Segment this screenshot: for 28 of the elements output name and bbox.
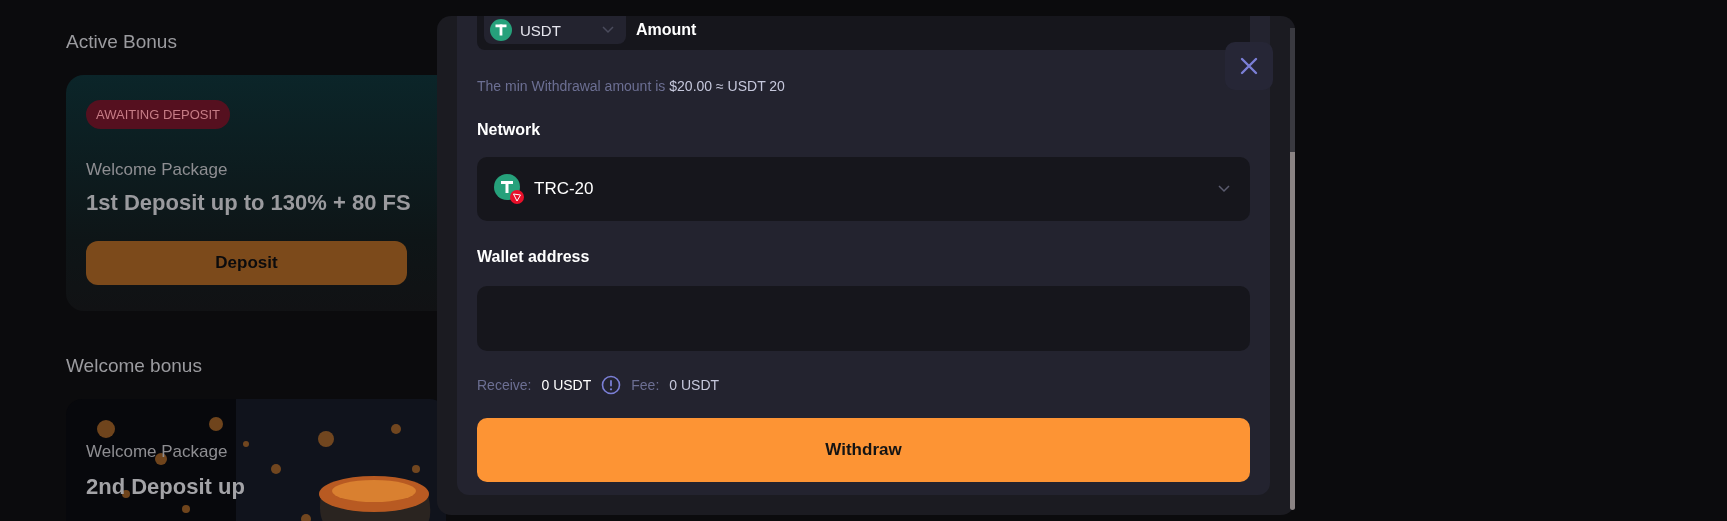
network-select[interactable]: TRC-20 (477, 157, 1250, 221)
chevron-icon (602, 26, 614, 34)
receive-label: Receive: (477, 377, 532, 393)
chevron-icon (1218, 185, 1230, 193)
amount-field[interactable]: USDT Amount (477, 16, 1250, 50)
fee-value: 0 USDT (669, 377, 720, 393)
bonus-subtitle: Welcome Package (86, 442, 228, 462)
bonus-headline: 2nd Deposit up (86, 474, 245, 500)
withdraw-button[interactable]: Withdraw (477, 418, 1250, 482)
status-badge: AWAITING DEPOSIT (86, 100, 230, 129)
currency-select[interactable]: USDT (484, 16, 626, 44)
fee-label: Fee: (631, 377, 660, 393)
min-amount: $20.00 ≈ USDT 20 (669, 78, 785, 94)
amount-label: Amount (636, 21, 697, 39)
coin-icon (494, 174, 524, 204)
bonus-headline: 1st Deposit up to 130% + 80 FS (86, 190, 411, 216)
close-icon (1239, 56, 1259, 76)
bonus-subtitle: Welcome Package (86, 160, 228, 180)
receive-value: 0 USDT (541, 377, 592, 393)
coin-icon (490, 19, 512, 41)
field-label: Wallet address (477, 248, 590, 266)
info-icon[interactable] (601, 375, 622, 395)
field-label: Network (477, 121, 541, 139)
min-note: The min Withdrawal amount is (477, 78, 666, 94)
scrollbar-thumb[interactable] (1290, 152, 1295, 510)
close-button[interactable] (1225, 42, 1273, 90)
section-title: Welcome bonus (66, 355, 202, 378)
section-title: Active Bonus (66, 31, 177, 54)
